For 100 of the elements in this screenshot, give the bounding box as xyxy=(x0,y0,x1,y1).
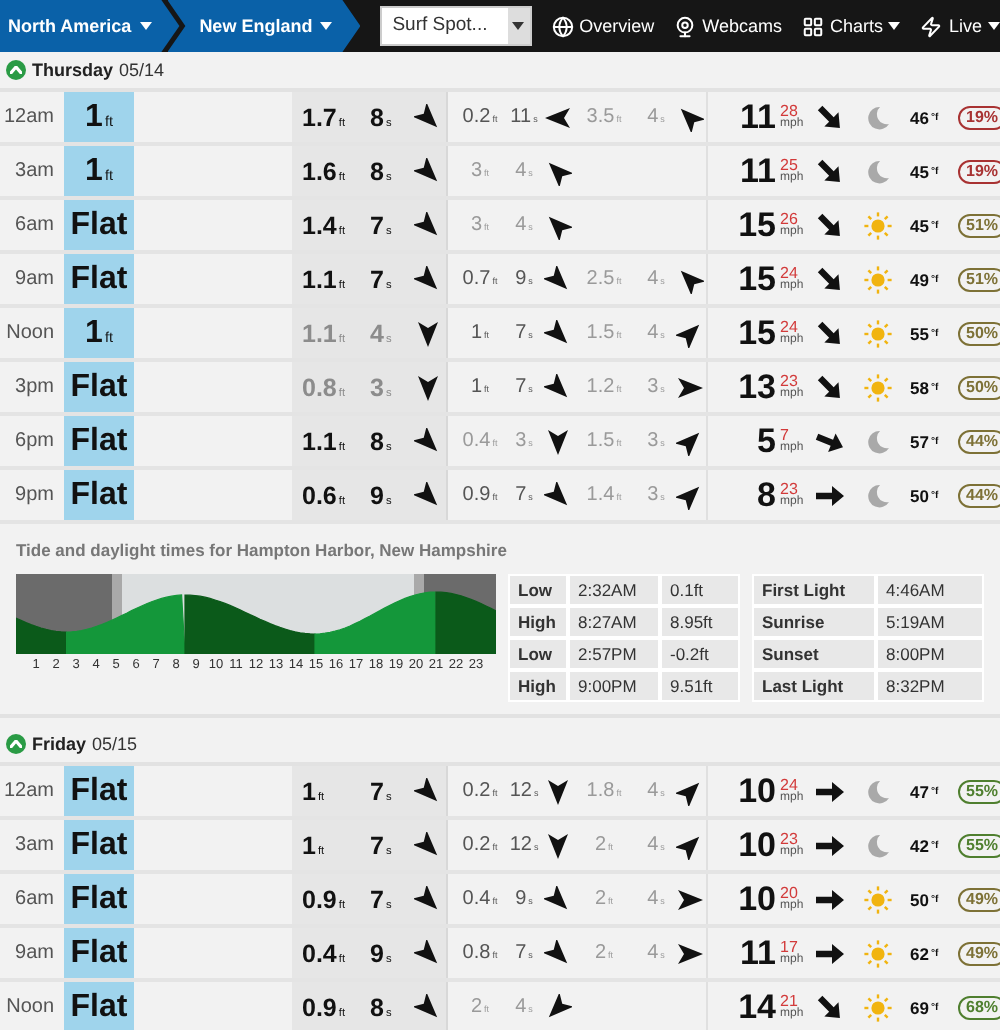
tide-time: 2:57PM xyxy=(570,640,658,668)
tide-type: Low xyxy=(510,576,566,604)
rating-badge: 55% xyxy=(958,833,1000,857)
tide-time: 8:27AM xyxy=(570,608,658,636)
tide-type: High xyxy=(510,672,566,700)
surf-height: Flat xyxy=(70,989,128,1025)
wind-speed: 13 xyxy=(736,367,776,407)
wind-gust: 23 xyxy=(780,373,798,387)
wind-speed: 10 xyxy=(736,771,776,811)
wind-speed: 10 xyxy=(736,825,776,865)
webcam-icon xyxy=(674,15,697,37)
time-label: Noon xyxy=(6,996,56,1018)
surf-height: Flat xyxy=(70,207,128,243)
rating-badge: 19% xyxy=(958,159,1000,183)
breadcrumb-button[interactable]: North America xyxy=(0,0,180,52)
temperature: 62$^{°f}$ xyxy=(910,943,941,963)
tide-title: Tide and daylight times for Hampton Harbor, New Hampshire xyxy=(16,540,509,560)
caret-icon xyxy=(888,22,901,30)
tide-type: High xyxy=(510,608,566,636)
wind-speed: 11 xyxy=(738,97,776,137)
grid-icon xyxy=(801,15,824,37)
time-label: 12am xyxy=(3,780,56,802)
time-label: Noon xyxy=(6,322,56,344)
globe-icon xyxy=(551,15,574,37)
surf-height: Flat xyxy=(70,477,128,513)
wind-speed: 11 xyxy=(738,933,776,973)
wind-gust: 28 xyxy=(780,103,798,117)
day-name: Friday xyxy=(32,734,87,754)
temperature: 57$^{°f}$ xyxy=(910,431,941,451)
daylight-label: Sunrise xyxy=(754,608,874,636)
caret-icon xyxy=(512,22,525,30)
time-label: 3am xyxy=(15,160,56,182)
rating-badge: 51% xyxy=(958,213,1000,237)
wind-speed: 5 xyxy=(755,421,776,461)
bolt-icon xyxy=(920,15,943,37)
wind-speed: 15 xyxy=(736,259,776,299)
wind-speed: 10 xyxy=(736,879,776,919)
tide-time: 9:00PM xyxy=(570,672,658,700)
collapse-button[interactable] xyxy=(6,60,26,80)
temperature: 49$^{°f}$ xyxy=(910,269,941,289)
tide-height: 9.51ft xyxy=(662,672,738,700)
day-date: 05/14 xyxy=(119,60,165,80)
surf-height: Flat xyxy=(70,827,128,863)
time-label: 9pm xyxy=(15,484,56,506)
tide-time: 2:32AM xyxy=(570,576,658,604)
surf-height: Flat xyxy=(70,881,128,917)
temperature: 58$^{°f}$ xyxy=(910,377,941,397)
menu-button[interactable]: Charts xyxy=(801,15,901,37)
wind-speed: 15 xyxy=(736,205,776,245)
day-name: Thursday xyxy=(32,60,114,80)
temperature: 45$^{°f}$ xyxy=(910,215,941,235)
daylight-time: 5:19AM xyxy=(878,608,982,636)
wind-gust: 20 xyxy=(780,885,798,899)
time-label: 9am xyxy=(15,942,56,964)
tide-height: 8.95ft xyxy=(662,608,738,636)
daylight-time: 4:46AM xyxy=(878,576,982,604)
time-label: 9am xyxy=(15,268,56,290)
temperature: 45$^{°f}$ xyxy=(910,161,941,181)
tide-height: -0.2ft xyxy=(662,640,738,668)
menu-button[interactable]: Live xyxy=(920,15,1000,37)
caret-icon xyxy=(320,22,333,30)
rating-badge: 44% xyxy=(958,429,1000,453)
temperature: 50$^{°f}$ xyxy=(910,889,941,909)
time-label: 3pm xyxy=(15,376,56,398)
collapse-button[interactable] xyxy=(6,734,26,754)
rating-badge: 50% xyxy=(958,321,1000,345)
breadcrumb-button[interactable]: New England xyxy=(167,0,361,52)
daylight-label: First Light xyxy=(754,576,874,604)
temperature: 42$^{°f}$ xyxy=(910,835,941,855)
surf-height: Flat xyxy=(70,935,128,971)
rating-badge: 50% xyxy=(958,375,1000,399)
rating-badge: 49% xyxy=(958,941,1000,965)
wind-gust: 24 xyxy=(780,265,798,279)
daylight-time: 8:00PM xyxy=(878,640,982,668)
daylight-label: Last Light xyxy=(754,672,874,700)
rating-badge: 44% xyxy=(958,483,1000,507)
surf-height: Flat xyxy=(70,369,128,405)
wind-speed: 15 xyxy=(736,313,776,353)
menu-button[interactable]: Webcams xyxy=(674,15,782,37)
daylight-label: Sunset xyxy=(754,640,874,668)
spot-select[interactable]: Surf Spot... xyxy=(380,6,532,46)
wind-speed: 11 xyxy=(738,151,776,191)
daylight-time: 8:32PM xyxy=(878,672,982,700)
wind-gust: 23 xyxy=(780,481,798,495)
time-label: 6pm xyxy=(15,430,56,452)
wind-gust: 24 xyxy=(780,777,798,791)
wind-gust: 21 xyxy=(780,993,798,1007)
tide-height: 0.1ft xyxy=(662,576,738,604)
rating-badge: 55% xyxy=(958,779,1000,803)
caret-icon xyxy=(988,22,1000,30)
surf-height: Flat xyxy=(70,423,128,459)
wind-gust: 24 xyxy=(780,319,798,333)
wind-gust: 23 xyxy=(780,831,798,845)
wind-gust: 26 xyxy=(780,211,798,225)
menu-button[interactable]: Overview xyxy=(551,15,655,37)
wind-speed: 8 xyxy=(755,475,776,515)
temperature: 47$^{°f}$ xyxy=(910,781,941,801)
wind-gust: 7 xyxy=(780,427,789,441)
rating-badge: 49% xyxy=(958,887,1000,911)
temperature: 69$^{°f}$ xyxy=(910,997,941,1017)
